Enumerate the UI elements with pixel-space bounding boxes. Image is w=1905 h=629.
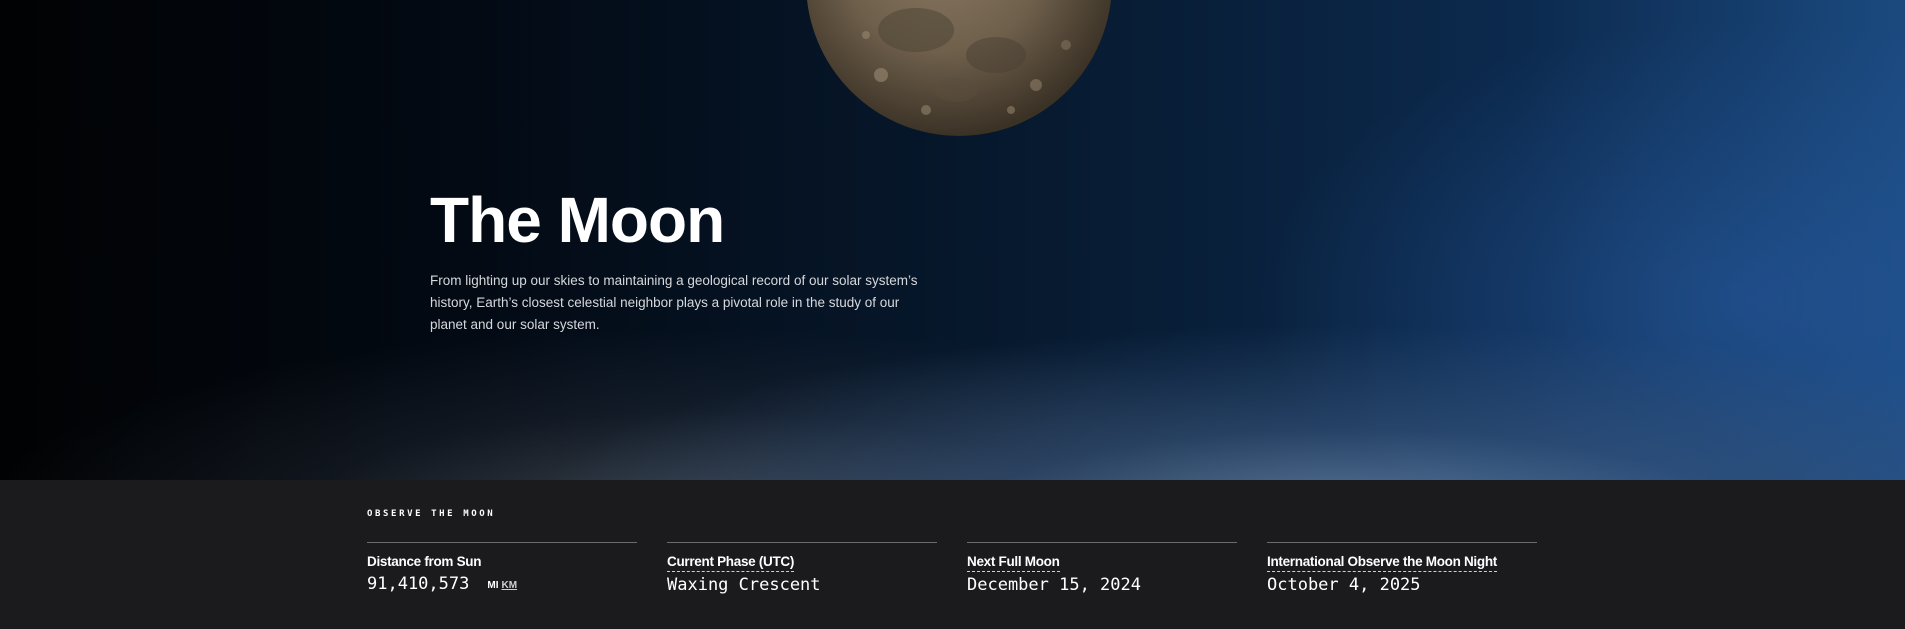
- stat-distance-from-sun: Distance from Sun 91,410,573 MI KM: [367, 542, 637, 597]
- stat-next-full-moon: Next Full Moon December 15, 2024: [967, 542, 1237, 596]
- stat-title-tooltip[interactable]: Current Phase (UTC): [667, 553, 794, 572]
- distance-value: 91,410,573: [367, 574, 470, 594]
- unit-mi-button[interactable]: MI: [487, 580, 498, 591]
- unit-km-button[interactable]: KM: [501, 580, 517, 591]
- hero-section: The Moon From lighting up our skies to m…: [0, 0, 1905, 480]
- moon-image: [806, 0, 1112, 136]
- observe-the-moon-bar: OBSERVE THE MOON Distance from Sun 91,41…: [0, 480, 1905, 629]
- section-label: OBSERVE THE MOON: [367, 509, 496, 519]
- stat-title: Distance from Sun: [367, 554, 482, 569]
- hero-text-block: The Moon From lighting up our skies to m…: [430, 180, 950, 336]
- stat-value: Waxing Crescent: [667, 575, 821, 595]
- page-title: The Moon: [430, 184, 725, 256]
- stat-value: October 4, 2025: [1267, 575, 1421, 595]
- stat-title-tooltip[interactable]: International Observe the Moon Night: [1267, 553, 1497, 572]
- stat-value: December 15, 2024: [967, 575, 1141, 595]
- stat-title-tooltip[interactable]: Next Full Moon: [967, 553, 1060, 572]
- unit-toggle: MI KM: [487, 575, 517, 597]
- stat-value: 91,410,573 MI KM: [367, 573, 637, 597]
- stat-current-phase: Current Phase (UTC) Waxing Crescent: [667, 542, 937, 596]
- hero-description: From lighting up our skies to maintainin…: [430, 273, 918, 332]
- stat-observe-the-moon-night: International Observe the Moon Night Oct…: [1267, 542, 1537, 596]
